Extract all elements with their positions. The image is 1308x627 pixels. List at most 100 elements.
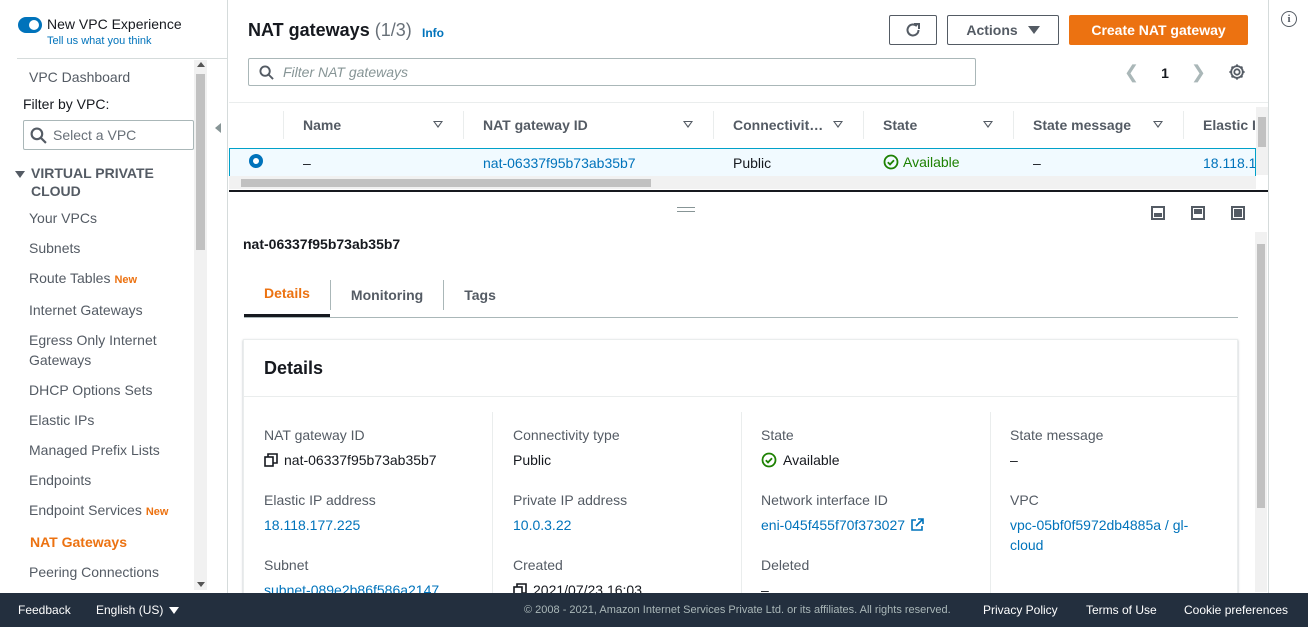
pagination: ❮ 1 ❯ — [1124, 62, 1206, 83]
row-nat-gateway-id-link[interactable]: nat-06337f95b73ab35b7 — [483, 155, 636, 171]
column-header-state[interactable]: State — [863, 111, 1013, 139]
details-column-3: State Available Network interface ID eni… — [761, 426, 924, 593]
tab-monitoring[interactable]: Monitoring — [331, 272, 443, 317]
sidebar-scrollbar[interactable] — [194, 60, 207, 590]
state-value: Available — [761, 450, 924, 470]
sidebar-item-peering-connections[interactable]: Peering Connections — [29, 562, 159, 582]
copy-icon[interactable] — [513, 583, 527, 593]
table-vertical-scrollbar[interactable] — [1256, 107, 1268, 175]
selected-gateway-title: nat-06337f95b73ab35b7 — [243, 236, 401, 252]
subnet-label: Subnet — [264, 557, 309, 573]
nat-gateways-table: Name NAT gateway ID Connectivit… State S… — [229, 102, 1268, 177]
sidebar-item-route-tables[interactable]: Route Tables New — [29, 268, 137, 290]
sidebar-item-nat-gateways[interactable]: NAT Gateways — [30, 532, 127, 552]
sidebar-item-vpc-dashboard[interactable]: VPC Dashboard — [29, 67, 130, 87]
check-circle-icon — [883, 154, 899, 170]
sidebar-item-label: Egress Only Internet — [29, 332, 157, 348]
row-select-radio[interactable] — [249, 154, 263, 168]
nat-gateways-table-panel: NAT gateways (1/3) Info Actions Create N… — [229, 0, 1268, 190]
page-title: NAT gateways (1/3) — [248, 20, 412, 41]
eni-text: eni-045f455f70f373027 — [761, 517, 906, 533]
info-icon[interactable]: i — [1281, 11, 1297, 27]
detail-tabs: Details Monitoring Tags — [244, 272, 1238, 318]
column-label: State message — [1033, 117, 1132, 133]
sidebar-item-subnets[interactable]: Subnets — [29, 238, 80, 258]
refresh-button[interactable] — [889, 15, 937, 45]
privacy-policy-link[interactable]: Privacy Policy — [983, 603, 1058, 617]
column-label: Elastic I — [1203, 117, 1256, 133]
feedback-link[interactable]: Tell us what you think — [47, 33, 182, 49]
column-header-state-message[interactable]: State message — [1013, 111, 1183, 139]
create-nat-gateway-button[interactable]: Create NAT gateway — [1069, 15, 1248, 45]
split-layout-controls — [1151, 206, 1268, 220]
column-header-connectivity[interactable]: Connectivit… — [713, 111, 863, 139]
section-virtual-private-cloud[interactable]: VIRTUAL PRIVATE CLOUD — [15, 164, 154, 200]
table-row[interactable]: – nat-06337f95b73ab35b7 Public Available… — [229, 148, 1256, 177]
sidebar-item-prefix-lists[interactable]: Managed Prefix Lists — [29, 440, 160, 460]
row-connectivity: Public — [733, 155, 772, 171]
actions-dropdown[interactable]: Actions — [947, 15, 1059, 45]
next-page-icon[interactable]: ❯ — [1191, 62, 1206, 83]
collapse-sidebar-button[interactable] — [207, 113, 227, 143]
sidebar-item-endpoints[interactable]: Endpoints — [29, 470, 91, 490]
row-elastic-ip-link[interactable]: 18.118.1 — [1203, 155, 1255, 171]
table-header: Name NAT gateway ID Connectivit… State S… — [229, 111, 1268, 139]
caret-down-icon — [1027, 26, 1040, 34]
row-name: – — [303, 155, 311, 171]
column-label: State — [883, 117, 918, 133]
new-badge: New — [114, 274, 138, 286]
sidebar-item-endpoint-services[interactable]: Endpoint Services New — [29, 500, 168, 522]
feedback-button[interactable]: Feedback — [18, 603, 71, 617]
search-icon — [259, 64, 274, 80]
resize-handle[interactable] — [677, 207, 695, 212]
filter-nat-gateways-input[interactable]: Filter NAT gateways — [248, 58, 976, 86]
info-link[interactable]: Info — [422, 26, 444, 40]
vpc-filter-placeholder: Select a VPC — [53, 127, 137, 143]
split-panel: nat-06337f95b73ab35b7 Details Monitoring… — [229, 192, 1268, 593]
sidebar-item-dhcp-options[interactable]: DHCP Options Sets — [29, 380, 152, 400]
layout-full-icon[interactable] — [1231, 206, 1245, 220]
split-panel-scrollbar[interactable] — [1255, 232, 1267, 592]
check-circle-icon — [761, 452, 777, 468]
column-header-nat-gateway-id[interactable]: NAT gateway ID — [463, 111, 713, 139]
private-ip-link[interactable]: 10.0.3.22 — [513, 515, 642, 535]
help-panel-rail: i — [1268, 0, 1308, 593]
new-experience-toggle[interactable] — [18, 17, 42, 33]
language-selector[interactable]: English (US) — [96, 603, 180, 617]
private-ip-label: Private IP address — [513, 492, 628, 508]
current-page[interactable]: 1 — [1161, 65, 1169, 81]
layout-middle-icon[interactable] — [1191, 206, 1205, 220]
vpc-filter-select[interactable]: Select a VPC — [23, 120, 194, 150]
details-card: Details NAT gateway ID nat-06337f95b73ab… — [243, 339, 1238, 593]
eip-link[interactable]: 18.118.177.225 — [264, 515, 439, 535]
eni-label: Network interface ID — [761, 492, 888, 508]
tab-tags[interactable]: Tags — [444, 272, 516, 317]
gear-icon — [1229, 64, 1245, 80]
previous-page-icon[interactable]: ❮ — [1124, 62, 1139, 83]
subnet-link[interactable]: subnet-089e2b86f586a2147 — [264, 580, 439, 593]
layout-bottom-icon[interactable] — [1151, 206, 1165, 220]
side-navigation: New VPC Experience Tell us what you thin… — [0, 0, 228, 593]
caret-down-icon — [169, 607, 180, 614]
sidebar-item-elastic-ips[interactable]: Elastic IPs — [29, 410, 94, 430]
table-horizontal-scrollbar[interactable] — [229, 176, 1256, 189]
column-header-name[interactable]: Name — [283, 111, 463, 139]
sidebar-item-internet-gateways[interactable]: Internet Gateways — [29, 300, 143, 320]
preferences-button[interactable] — [1228, 63, 1246, 84]
copy-icon[interactable] — [264, 453, 278, 467]
vpc-link[interactable]: vpc-05bf0f5972db4885a / gl- cloud — [1010, 515, 1188, 555]
selection-count: (1/3) — [374, 20, 412, 40]
vpc-text-line1: vpc-05bf0f5972db4885a / gl- — [1010, 517, 1189, 533]
terms-of-use-link[interactable]: Terms of Use — [1086, 603, 1157, 617]
sidebar-item-your-vpcs[interactable]: Your VPCs — [29, 208, 97, 228]
sort-icon — [833, 121, 843, 128]
sidebar-item-egress-only-gateways[interactable]: Egress Only Internet Gateways — [29, 330, 157, 370]
column-label: NAT gateway ID — [483, 117, 588, 133]
deleted-label: Deleted — [761, 557, 810, 573]
actions-label: Actions — [966, 22, 1018, 38]
column-label: Name — [303, 117, 342, 133]
tab-details[interactable]: Details — [244, 272, 330, 317]
column-label: Connectivit… — [733, 117, 824, 133]
eni-link[interactable]: eni-045f455f70f373027 — [761, 515, 924, 535]
cookie-preferences-link[interactable]: Cookie preferences — [1184, 603, 1288, 617]
